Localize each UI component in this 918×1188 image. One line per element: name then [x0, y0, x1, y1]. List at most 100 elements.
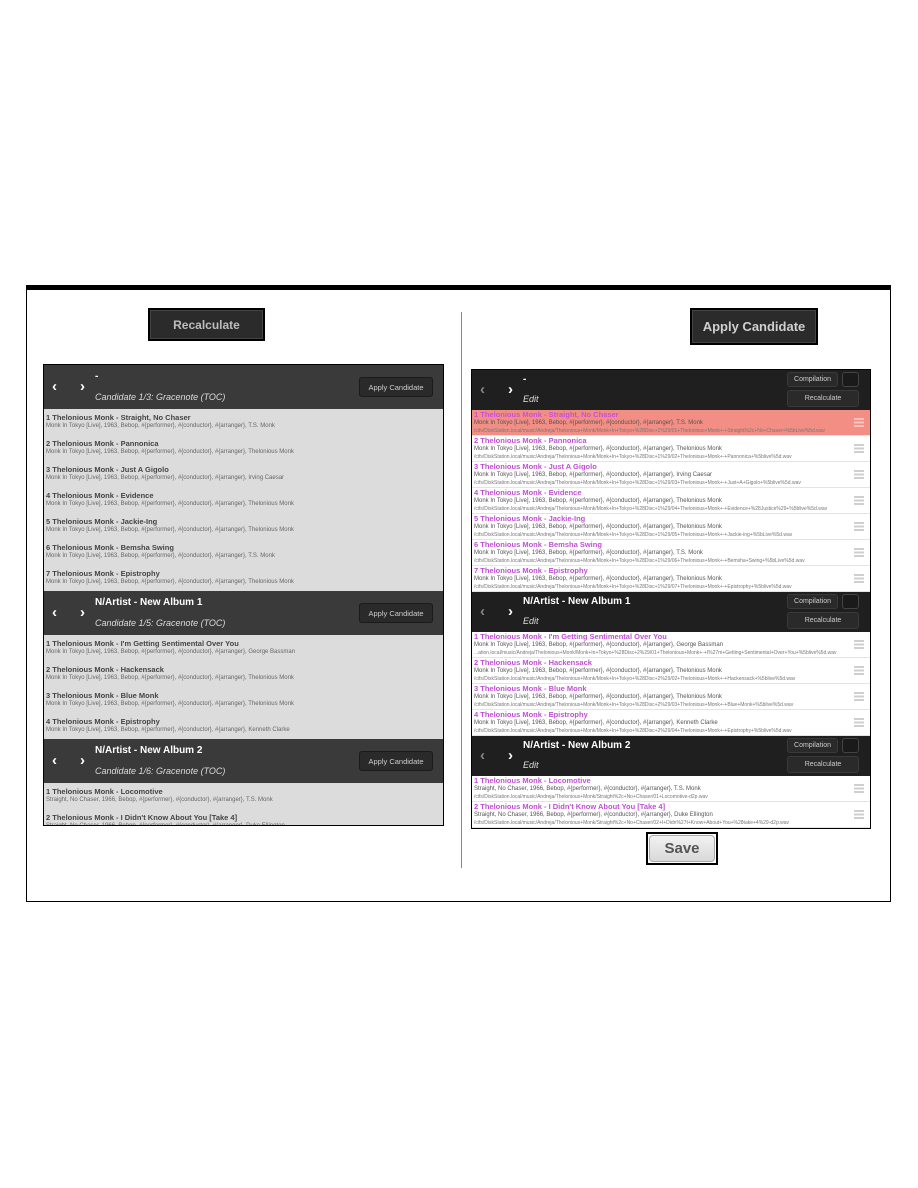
track-title: 4 Thelonious Monk - Epistrophy [46, 717, 160, 726]
track-row[interactable]: 6 Thelonious Monk - Bemsha Swing Monk In … [472, 540, 870, 566]
track-info: Monk In Tokyo [Live], 1963, Bebop, #{per… [474, 694, 722, 700]
track-info: Monk In Tokyo [Live], 1963, Bebop, #{per… [474, 446, 722, 452]
compilation-button[interactable]: Compilation [787, 594, 838, 609]
prev-candidate-icon[interactable]: ‹ [52, 605, 57, 620]
prev-candidate-icon[interactable]: ‹ [480, 382, 485, 397]
track-row[interactable]: 3 Thelonious Monk - Just A Gigolo Monk In… [44, 461, 443, 487]
track-path: /cifs/DiskStation.local/music/Andreja/Th… [474, 506, 828, 512]
track-row[interactable]: 4 Thelonious Monk - Evidence Monk In Toky… [472, 488, 870, 514]
track-row[interactable]: 2 Thelonious Monk - Hackensack Monk In To… [472, 658, 870, 684]
track-info: Monk In Tokyo [Live], 1963, Bebop, #{per… [46, 475, 285, 481]
track-title: 4 Thelonious Monk - Epistrophy [474, 710, 588, 719]
track-info: Straight, No Chaser, 1966, Bebop, #{perf… [474, 812, 713, 818]
album-title: - [523, 374, 527, 385]
recalculate-button[interactable]: Recalculate [150, 310, 263, 339]
track-path: /cifs/DiskStation.local/music/Andreja/Th… [474, 454, 792, 460]
track-row[interactable]: 5 Thelonious Monk - Jackie-Ing Monk In To… [472, 514, 870, 540]
save-button[interactable]: Save [649, 835, 715, 862]
track-info: Monk In Tokyo [Live], 1963, Bebop, #{per… [46, 449, 294, 455]
track-row[interactable]: 3 Thelonious Monk - Just A Gigolo Monk In… [472, 462, 870, 488]
recalculate-button[interactable]: Recalculate [787, 390, 859, 407]
track-row[interactable]: 4 Thelonious Monk - Evidence Monk In Toky… [44, 487, 443, 513]
album-header: ‹ › N/Artist - New Album 2 Edit Compilat… [472, 736, 870, 776]
next-candidate-icon[interactable]: › [508, 604, 513, 619]
track-title: 2 Thelonious Monk - Pannonica [46, 439, 159, 448]
track-row[interactable]: 7 Thelonious Monk - Epistrophy Monk In To… [472, 566, 870, 592]
track-row[interactable]: 2 Thelonious Monk - Hackensack Monk In To… [44, 661, 443, 687]
track-info: Monk In Tokyo [Live], 1963, Bebop, #{per… [474, 498, 722, 504]
track-info: Monk In Tokyo [Live], 1963, Bebop, #{per… [46, 675, 294, 681]
track-row[interactable]: 2 Thelonious Monk - Pannonica Monk In Tok… [472, 436, 870, 462]
track-title: 1 Thelonious Monk - Straight, No Chaser [474, 410, 619, 419]
track-title: 2 Thelonious Monk - Hackensack [474, 658, 592, 667]
edit-view-panel: ‹ › - Edit Compilation Recalculate 1 The… [471, 369, 871, 829]
track-row[interactable]: 1 Thelonious Monk - I'm Getting Sentimen… [472, 632, 870, 658]
edit-label: Edit [523, 760, 539, 770]
apply-candidate-button[interactable]: Apply Candidate [359, 751, 433, 771]
track-row[interactable]: 1 Thelonious Monk - Locomotive Straight, … [472, 776, 870, 802]
drag-handle-icon[interactable] [854, 784, 864, 793]
recalculate-button[interactable]: Recalculate [787, 756, 859, 773]
track-path: /cifs/DiskStation.local/music/Andreja/Th… [474, 676, 796, 682]
track-row[interactable]: 1 Thelonious Monk - Straight, No Chaser M… [44, 409, 443, 435]
edit-label: Edit [523, 616, 539, 626]
save-button-example: Save [646, 832, 718, 865]
next-candidate-icon[interactable]: › [80, 379, 85, 394]
track-path: /cifs/DiskStation.local/music/Andreja/Th… [474, 428, 826, 434]
track-info: Monk In Tokyo [Live], 1963, Bebop, #{per… [474, 420, 703, 426]
drag-handle-icon[interactable] [854, 718, 864, 727]
apply-candidate-button[interactable]: Apply Candidate [359, 603, 433, 623]
compilation-checkbox[interactable] [842, 594, 859, 609]
drag-handle-icon[interactable] [854, 574, 864, 583]
track-row[interactable]: 7 Thelonious Monk - Epistrophy Monk In To… [44, 565, 443, 591]
compilation-button[interactable]: Compilation [787, 738, 838, 753]
track-row[interactable]: 1 Thelonious Monk - Locomotive Straight, … [44, 783, 443, 809]
drag-handle-icon[interactable] [854, 522, 864, 531]
track-row[interactable]: 3 Thelonious Monk - Blue Monk Monk In Tok… [44, 687, 443, 713]
track-row[interactable]: 4 Thelonious Monk - Epistrophy Monk In To… [44, 713, 443, 739]
drag-handle-icon[interactable] [854, 444, 864, 453]
drag-handle-icon[interactable] [854, 496, 864, 505]
prev-candidate-icon[interactable]: ‹ [480, 604, 485, 619]
track-title: 6 Thelonious Monk - Bemsha Swing [474, 540, 602, 549]
apply-candidate-button[interactable]: Apply Candidate [359, 377, 433, 397]
track-row[interactable]: 2 Thelonious Monk - I Didn't Know About … [44, 809, 443, 825]
apply-candidate-button-example: Apply Candidate [690, 308, 818, 345]
track-info: Monk In Tokyo [Live], 1963, Bebop, #{per… [46, 649, 296, 655]
next-candidate-icon[interactable]: › [508, 748, 513, 763]
compilation-checkbox[interactable] [842, 372, 859, 387]
track-row[interactable]: 2 Thelonious Monk - Pannonica Monk In Tok… [44, 435, 443, 461]
compilation-button[interactable]: Compilation [787, 372, 838, 387]
drag-handle-icon[interactable] [854, 810, 864, 819]
recalculate-button[interactable]: Recalculate [787, 612, 859, 629]
track-row-selected[interactable]: 1 Thelonious Monk - Straight, No Chaser M… [472, 410, 870, 436]
apply-candidate-button[interactable]: Apply Candidate [692, 310, 816, 343]
drag-handle-icon[interactable] [854, 418, 864, 427]
album-title: N/Artist - New Album 2 [523, 740, 631, 751]
prev-candidate-icon[interactable]: ‹ [480, 748, 485, 763]
drag-handle-icon[interactable] [854, 666, 864, 675]
drag-handle-icon[interactable] [854, 470, 864, 479]
prev-candidate-icon[interactable]: ‹ [52, 379, 57, 394]
track-title: 3 Thelonious Monk - Blue Monk [474, 684, 587, 693]
track-path: /cifs/DiskStation.local/music/Andreja/Th… [474, 728, 792, 734]
track-path: /cifs/DiskStation.local/music/Andreja/Th… [474, 584, 792, 590]
compilation-checkbox[interactable] [842, 738, 859, 753]
drag-handle-icon[interactable] [854, 640, 864, 649]
next-candidate-icon[interactable]: › [80, 605, 85, 620]
track-title: 7 Thelonious Monk - Epistrophy [474, 566, 588, 575]
next-candidate-icon[interactable]: › [508, 382, 513, 397]
track-info: Monk In Tokyo [Live], 1963, Bebop, #{per… [474, 576, 722, 582]
drag-handle-icon[interactable] [854, 692, 864, 701]
track-row[interactable]: 5 Thelonious Monk - Jackie-Ing Monk In To… [44, 513, 443, 539]
track-row[interactable]: 1 Thelonious Monk - I'm Getting Sentimen… [44, 635, 443, 661]
track-title: 3 Thelonious Monk - Just A Gigolo [474, 462, 597, 471]
track-row[interactable]: 4 Thelonious Monk - Epistrophy Monk In To… [472, 710, 870, 736]
track-row[interactable]: 3 Thelonious Monk - Blue Monk Monk In Tok… [472, 684, 870, 710]
album-title: N/Artist - New Album 2 [95, 745, 203, 756]
prev-candidate-icon[interactable]: ‹ [52, 753, 57, 768]
drag-handle-icon[interactable] [854, 548, 864, 557]
track-row[interactable]: 6 Thelonious Monk - Bemsha Swing Monk In … [44, 539, 443, 565]
track-row[interactable]: 2 Thelonious Monk - I Didn't Know About … [472, 802, 870, 828]
next-candidate-icon[interactable]: › [80, 753, 85, 768]
